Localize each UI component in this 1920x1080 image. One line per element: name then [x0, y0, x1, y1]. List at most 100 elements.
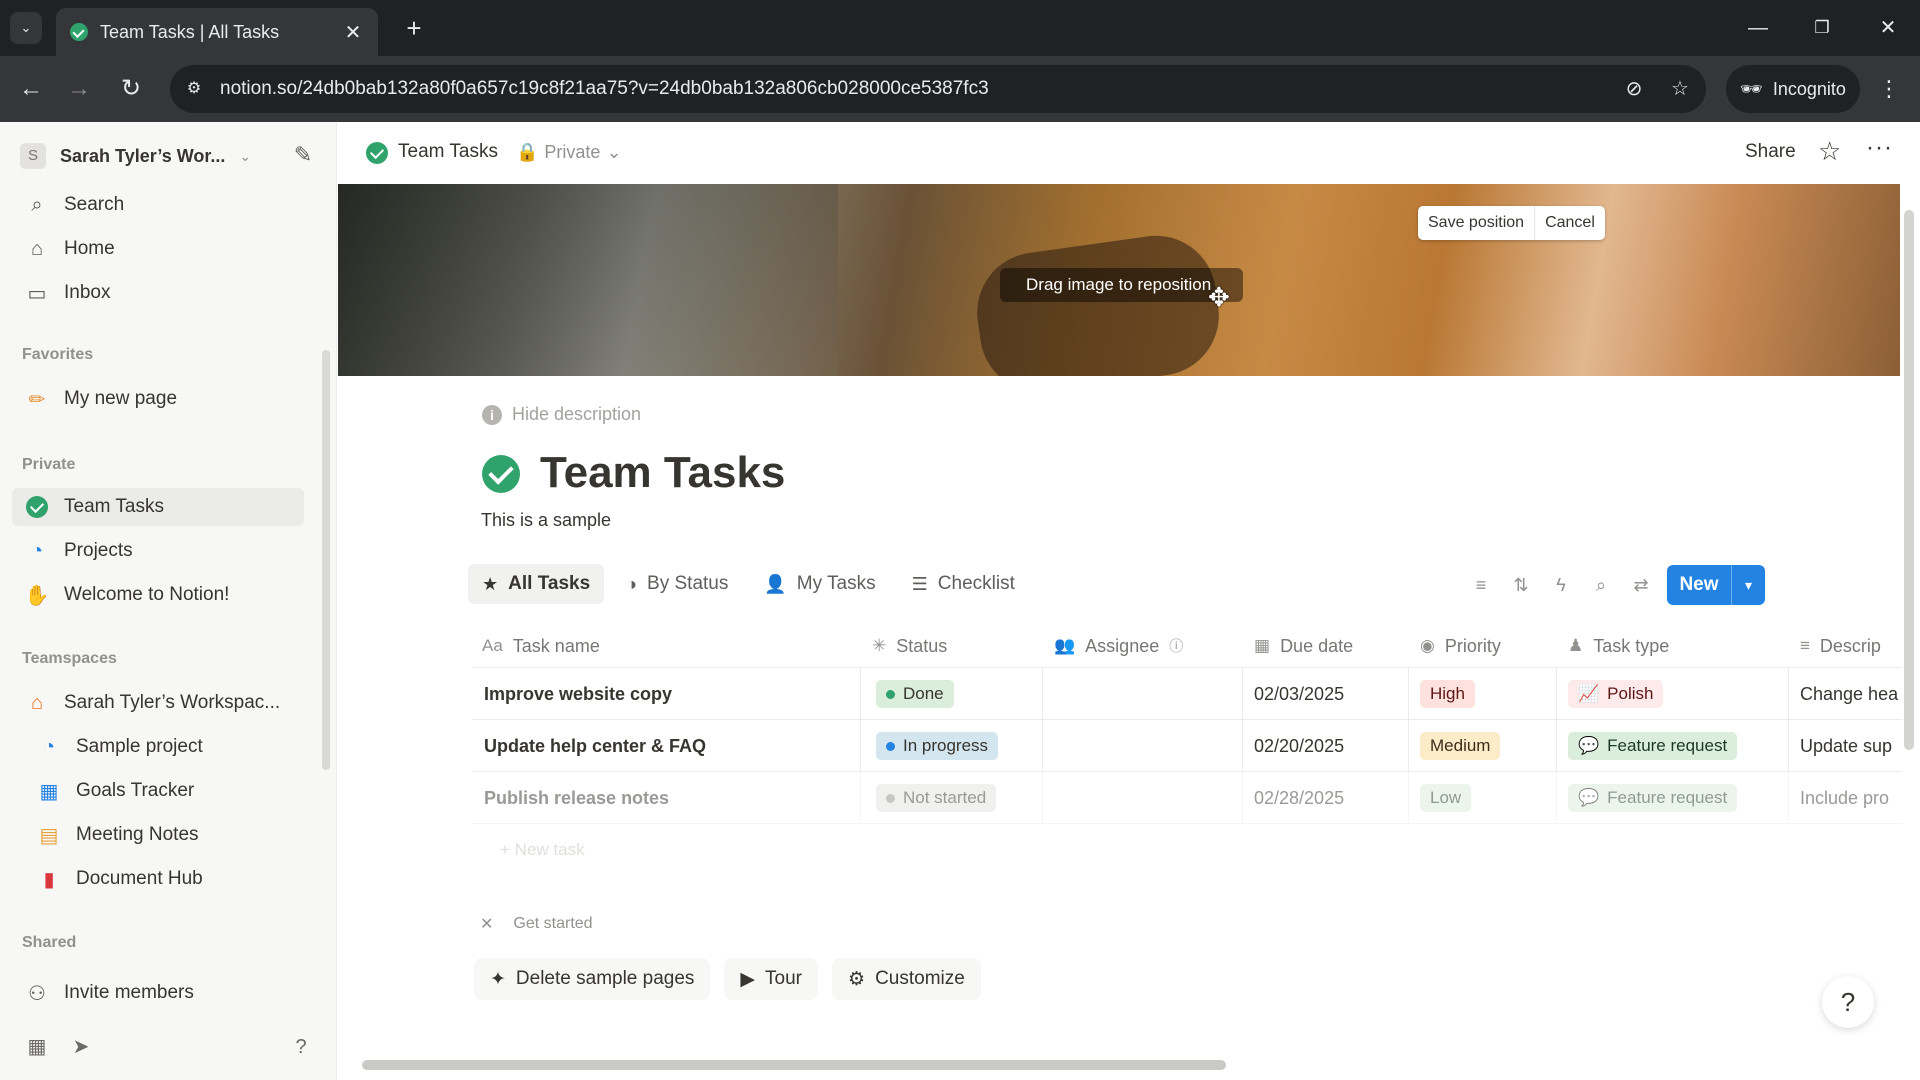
task-name-cell[interactable]: Improve website copy [484, 668, 672, 720]
new-tab-button[interactable]: + [398, 12, 430, 44]
status-cell[interactable]: In progress [876, 720, 999, 772]
close-window-button[interactable]: ✕ [1868, 10, 1908, 46]
due-date-cell[interactable]: 02/28/2025 [1254, 772, 1344, 824]
tab-checklist[interactable]: ☰ Checklist [898, 564, 1029, 604]
priority-cell[interactable]: High [1420, 668, 1475, 720]
column-header-task-type[interactable]: ♟ Task type [1568, 624, 1669, 668]
more-options-icon[interactable]: ··· [1866, 134, 1893, 162]
tab-by-status[interactable]: ◑ By Status [612, 564, 742, 604]
tab-my-tasks[interactable]: 👤 My Tasks [750, 564, 889, 604]
incognito-badge[interactable]: 🕶 Incognito [1726, 65, 1860, 113]
privacy-selector[interactable]: 🔒 Private ⌄ [516, 142, 622, 163]
sidebar-item-search[interactable]: ⌕ Search [12, 186, 304, 224]
workspace-switcher[interactable]: S Sarah Tyler’s Wor... ⌄ [20, 138, 320, 174]
description-cell[interactable]: Update sup [1800, 720, 1902, 772]
assignee-cell[interactable] [1058, 668, 1238, 720]
column-header-status[interactable]: ✳ Status [872, 624, 947, 668]
task-type-cell[interactable]: 💬 Feature request [1568, 720, 1738, 772]
close-tab-icon[interactable]: ✕ [342, 20, 364, 45]
delete-sample-pages-button[interactable]: ✦ Delete sample pages [474, 958, 711, 1000]
sidebar-item-projects[interactable]: ◔ Projects [12, 532, 304, 570]
new-record-button[interactable]: New ▾ [1667, 565, 1765, 605]
hide-description-button[interactable]: i Hide description [482, 404, 641, 425]
cancel-button[interactable]: Cancel [1535, 206, 1605, 240]
column-header-description[interactable]: ≡ Descrip [1800, 624, 1881, 668]
share-button[interactable]: Share [1745, 141, 1796, 163]
calendar-app-icon[interactable]: ▦ [22, 1032, 52, 1062]
task-name-cell[interactable]: Publish release notes [484, 772, 669, 824]
task-type-cell[interactable]: 💬 Feature request [1568, 772, 1738, 824]
sidebar-item-team-tasks[interactable]: Team Tasks [12, 488, 304, 526]
status-cell[interactable]: Done [876, 668, 954, 720]
sidebar-item-meeting-notes[interactable]: ▤ Meeting Notes [12, 816, 304, 854]
favorite-star-icon[interactable]: ☆ [1818, 136, 1841, 167]
info-icon[interactable]: ⓘ [1169, 636, 1183, 656]
browser-tab[interactable]: Team Tasks | All Tasks ✕ [56, 8, 378, 56]
tab-search-button[interactable]: ⌄ [10, 12, 42, 44]
shared-heading[interactable]: Shared [22, 934, 76, 952]
save-position-button[interactable]: Save position [1418, 206, 1536, 240]
sidebar-item-my-new-page[interactable]: ✏ My new page [12, 380, 304, 418]
task-type-cell[interactable]: 📈 Polish [1568, 668, 1664, 720]
sidebar-item-goals-tracker[interactable]: ▦ Goals Tracker [12, 772, 304, 810]
browser-menu-icon[interactable]: ⋮ [1870, 70, 1908, 108]
restore-window-button[interactable]: ❐ [1802, 10, 1842, 46]
search-icon[interactable]: ⌕ [1588, 572, 1614, 598]
close-icon[interactable]: ✕ [480, 914, 493, 934]
favorites-heading[interactable]: Favorites [22, 346, 93, 364]
settings-sliders-icon[interactable]: ⇄ [1628, 572, 1654, 598]
bookmark-star-icon[interactable]: ☆ [1666, 75, 1694, 103]
assignee-cell[interactable] [1058, 772, 1238, 824]
priority-cell[interactable]: Medium [1420, 720, 1501, 772]
chevron-down-icon[interactable]: ▾ [1732, 577, 1765, 594]
table-row[interactable]: Publish release notes Not started 02/28/… [472, 772, 1902, 824]
tour-button[interactable]: ▶ Tour [724, 958, 819, 1000]
sidebar-item-invite-members[interactable]: ⚇ Invite members [12, 974, 304, 1012]
horizontal-scrollbar[interactable] [362, 1060, 1226, 1070]
notion-ai-help-icon[interactable]: ? [1822, 976, 1874, 1028]
sidebar-item-workspace-teamspace[interactable]: ⌂ Sarah Tyler’s Workspac... [12, 684, 304, 722]
page-title[interactable]: Team Tasks [540, 448, 785, 498]
page-description[interactable]: This is a sample [481, 510, 611, 531]
minimize-window-button[interactable]: — [1738, 10, 1778, 46]
sidebar-item-sample-project[interactable]: ◔ Sample project [12, 728, 304, 766]
filter-icon[interactable]: ≡ [1468, 572, 1494, 598]
url-text[interactable]: notion.so/24db0bab132a80f0a657c19c8f21aa… [220, 65, 989, 113]
assignee-cell[interactable] [1058, 720, 1238, 772]
new-task-row[interactable]: + New task [500, 840, 585, 860]
description-cell[interactable]: Change hea [1800, 668, 1902, 720]
status-cell[interactable]: Not started [876, 772, 997, 824]
task-name-cell[interactable]: Update help center & FAQ [484, 720, 706, 772]
description-cell[interactable]: Include pro [1800, 772, 1902, 824]
page-check-circle-icon[interactable] [482, 455, 520, 493]
table-row[interactable]: Improve website copy Done 02/03/2025 Hig… [472, 668, 1902, 720]
column-header-priority[interactable]: ◉ Priority [1420, 624, 1501, 668]
new-page-icon[interactable]: ✎ [288, 140, 318, 170]
back-button[interactable]: ← [12, 70, 50, 108]
automation-lightning-icon[interactable]: ϟ [1548, 572, 1574, 598]
reload-button[interactable]: ↻ [112, 70, 150, 108]
due-date-cell[interactable]: 02/20/2025 [1254, 720, 1344, 772]
sidebar-item-document-hub[interactable]: ▮ Document Hub [12, 860, 304, 898]
breadcrumb-title[interactable]: Team Tasks [398, 141, 498, 163]
private-heading[interactable]: Private [22, 456, 75, 474]
column-header-due-date[interactable]: ▦ Due date [1254, 624, 1353, 668]
tab-all-tasks[interactable]: ★ All Tasks [468, 564, 605, 604]
sidebar-item-inbox[interactable]: ▭ Inbox [12, 274, 304, 312]
eye-off-icon[interactable]: ⊘ [1620, 75, 1648, 103]
site-settings-icon[interactable]: ⚙ [182, 77, 206, 101]
customize-button[interactable]: ⚙ Customize [832, 958, 981, 1000]
forward-button[interactable]: → [60, 70, 98, 108]
sidebar-scrollbar[interactable] [322, 350, 330, 770]
address-bar[interactable]: ⚙ notion.so/24db0bab132a80f0a657c19c8f21… [170, 65, 1706, 113]
column-header-task-name[interactable]: Aa Task name [482, 624, 600, 668]
vertical-scrollbar[interactable] [1904, 210, 1914, 750]
teamspaces-heading[interactable]: Teamspaces [22, 650, 117, 668]
sidebar-item-welcome[interactable]: ✋ Welcome to Notion! [12, 576, 304, 614]
send-icon[interactable]: ➤ [66, 1032, 96, 1062]
sidebar-item-home[interactable]: ⌂ Home [12, 230, 304, 268]
column-header-assignee[interactable]: 👥 Assignee ⓘ [1054, 624, 1183, 668]
table-row[interactable]: Update help center & FAQ In progress 02/… [472, 720, 1902, 772]
priority-cell[interactable]: Low [1420, 772, 1472, 824]
sort-icon[interactable]: ⇅ [1508, 572, 1534, 598]
